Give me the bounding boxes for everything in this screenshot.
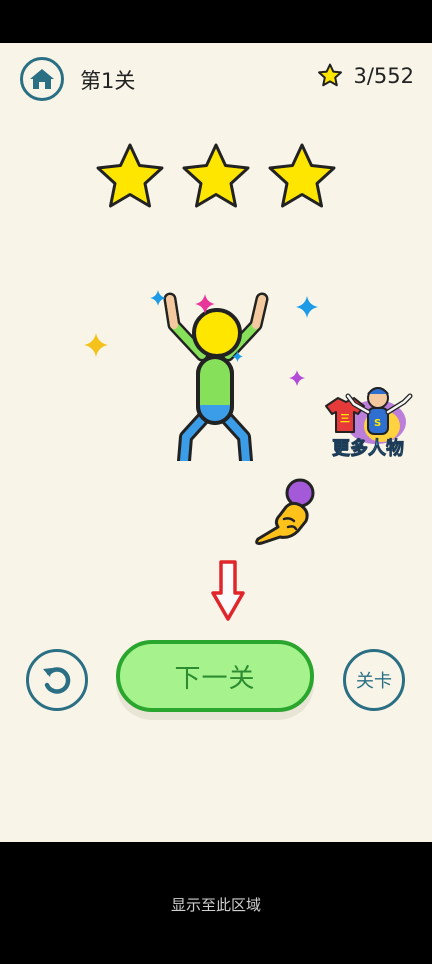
result-star-icon (268, 143, 336, 208)
home-button[interactable] (20, 57, 64, 101)
star-icon (318, 63, 343, 87)
result-star-icon (182, 143, 250, 208)
display-area-note: 显示至此区域 (170, 896, 261, 914)
more-characters-button[interactable]: 三 S 更多人物 (318, 378, 418, 468)
sparkle-icon (232, 351, 243, 362)
level-select-button[interactable]: 关卡 (343, 649, 405, 711)
sparkle-icon (296, 296, 318, 318)
sparkle-icon (195, 294, 215, 314)
level-select-label: 关卡 (356, 671, 392, 692)
star-count: 3/552 (353, 63, 414, 88)
stick-figure-character (163, 292, 269, 461)
next-level-label: 下一关 (174, 663, 256, 694)
sparkle-icon (289, 370, 305, 386)
svg-text:S: S (374, 418, 381, 429)
game-screen: 第1关 3/552 三 S 更多人物 下一关 关卡 (0, 43, 432, 842)
result-star-icon (96, 143, 164, 208)
star-counter: 3/552 (317, 63, 414, 88)
restart-button[interactable] (26, 649, 88, 711)
restart-icon (43, 667, 71, 694)
level-title: 第1关 (80, 69, 136, 93)
home-icon (30, 69, 54, 89)
more-characters-label: 更多人物 (332, 438, 405, 460)
sparkle-icon (84, 333, 108, 357)
svg-text:三: 三 (340, 413, 350, 425)
sparkle-icon (150, 290, 166, 306)
result-stars (92, 141, 342, 215)
pointing-hand-icon (255, 478, 315, 545)
down-arrow-icon (211, 560, 245, 621)
next-level-button[interactable]: 下一关 (116, 640, 314, 712)
